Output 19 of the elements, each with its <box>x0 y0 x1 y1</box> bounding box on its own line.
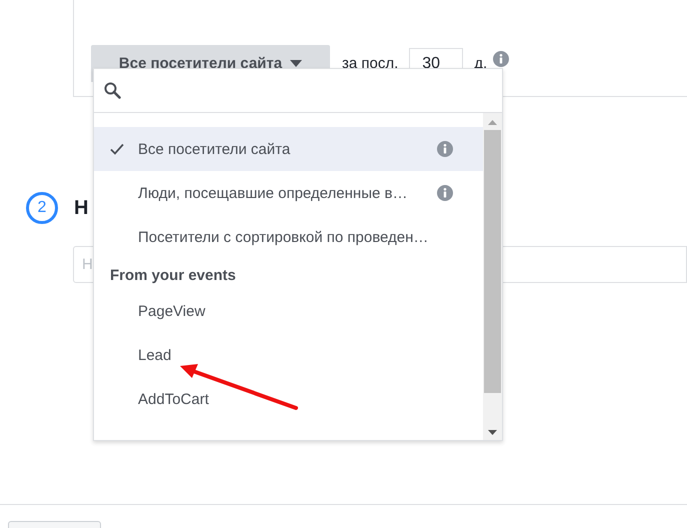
search-icon <box>104 82 121 99</box>
menu-option[interactable]: PageView <box>94 289 483 333</box>
period-label: за посл. <box>342 54 398 72</box>
section-header: From your events <box>109 266 237 286</box>
step-number: 2 <box>26 192 58 224</box>
info-icon[interactable] <box>437 141 453 157</box>
info-icon[interactable] <box>437 185 453 201</box>
menu-option[interactable]: Все посетители сайта <box>94 127 483 171</box>
scrollbar-thumb[interactable] <box>484 130 501 393</box>
menu-option[interactable]: Люди, посещавшие определенные в… <box>94 171 483 215</box>
info-icon[interactable] <box>493 51 510 67</box>
scroll-down-icon[interactable] <box>488 430 497 435</box>
menu-option[interactable]: Lead <box>94 333 483 377</box>
menu-option[interactable]: AddToCart <box>94 377 483 421</box>
scroll-up-icon[interactable] <box>488 120 497 125</box>
step-title: Н <box>74 196 88 220</box>
checkmark-icon <box>110 143 124 155</box>
scrollbar[interactable] <box>483 113 502 440</box>
menu-option[interactable]: Посетители с сортировкой по проведен… <box>94 215 483 259</box>
